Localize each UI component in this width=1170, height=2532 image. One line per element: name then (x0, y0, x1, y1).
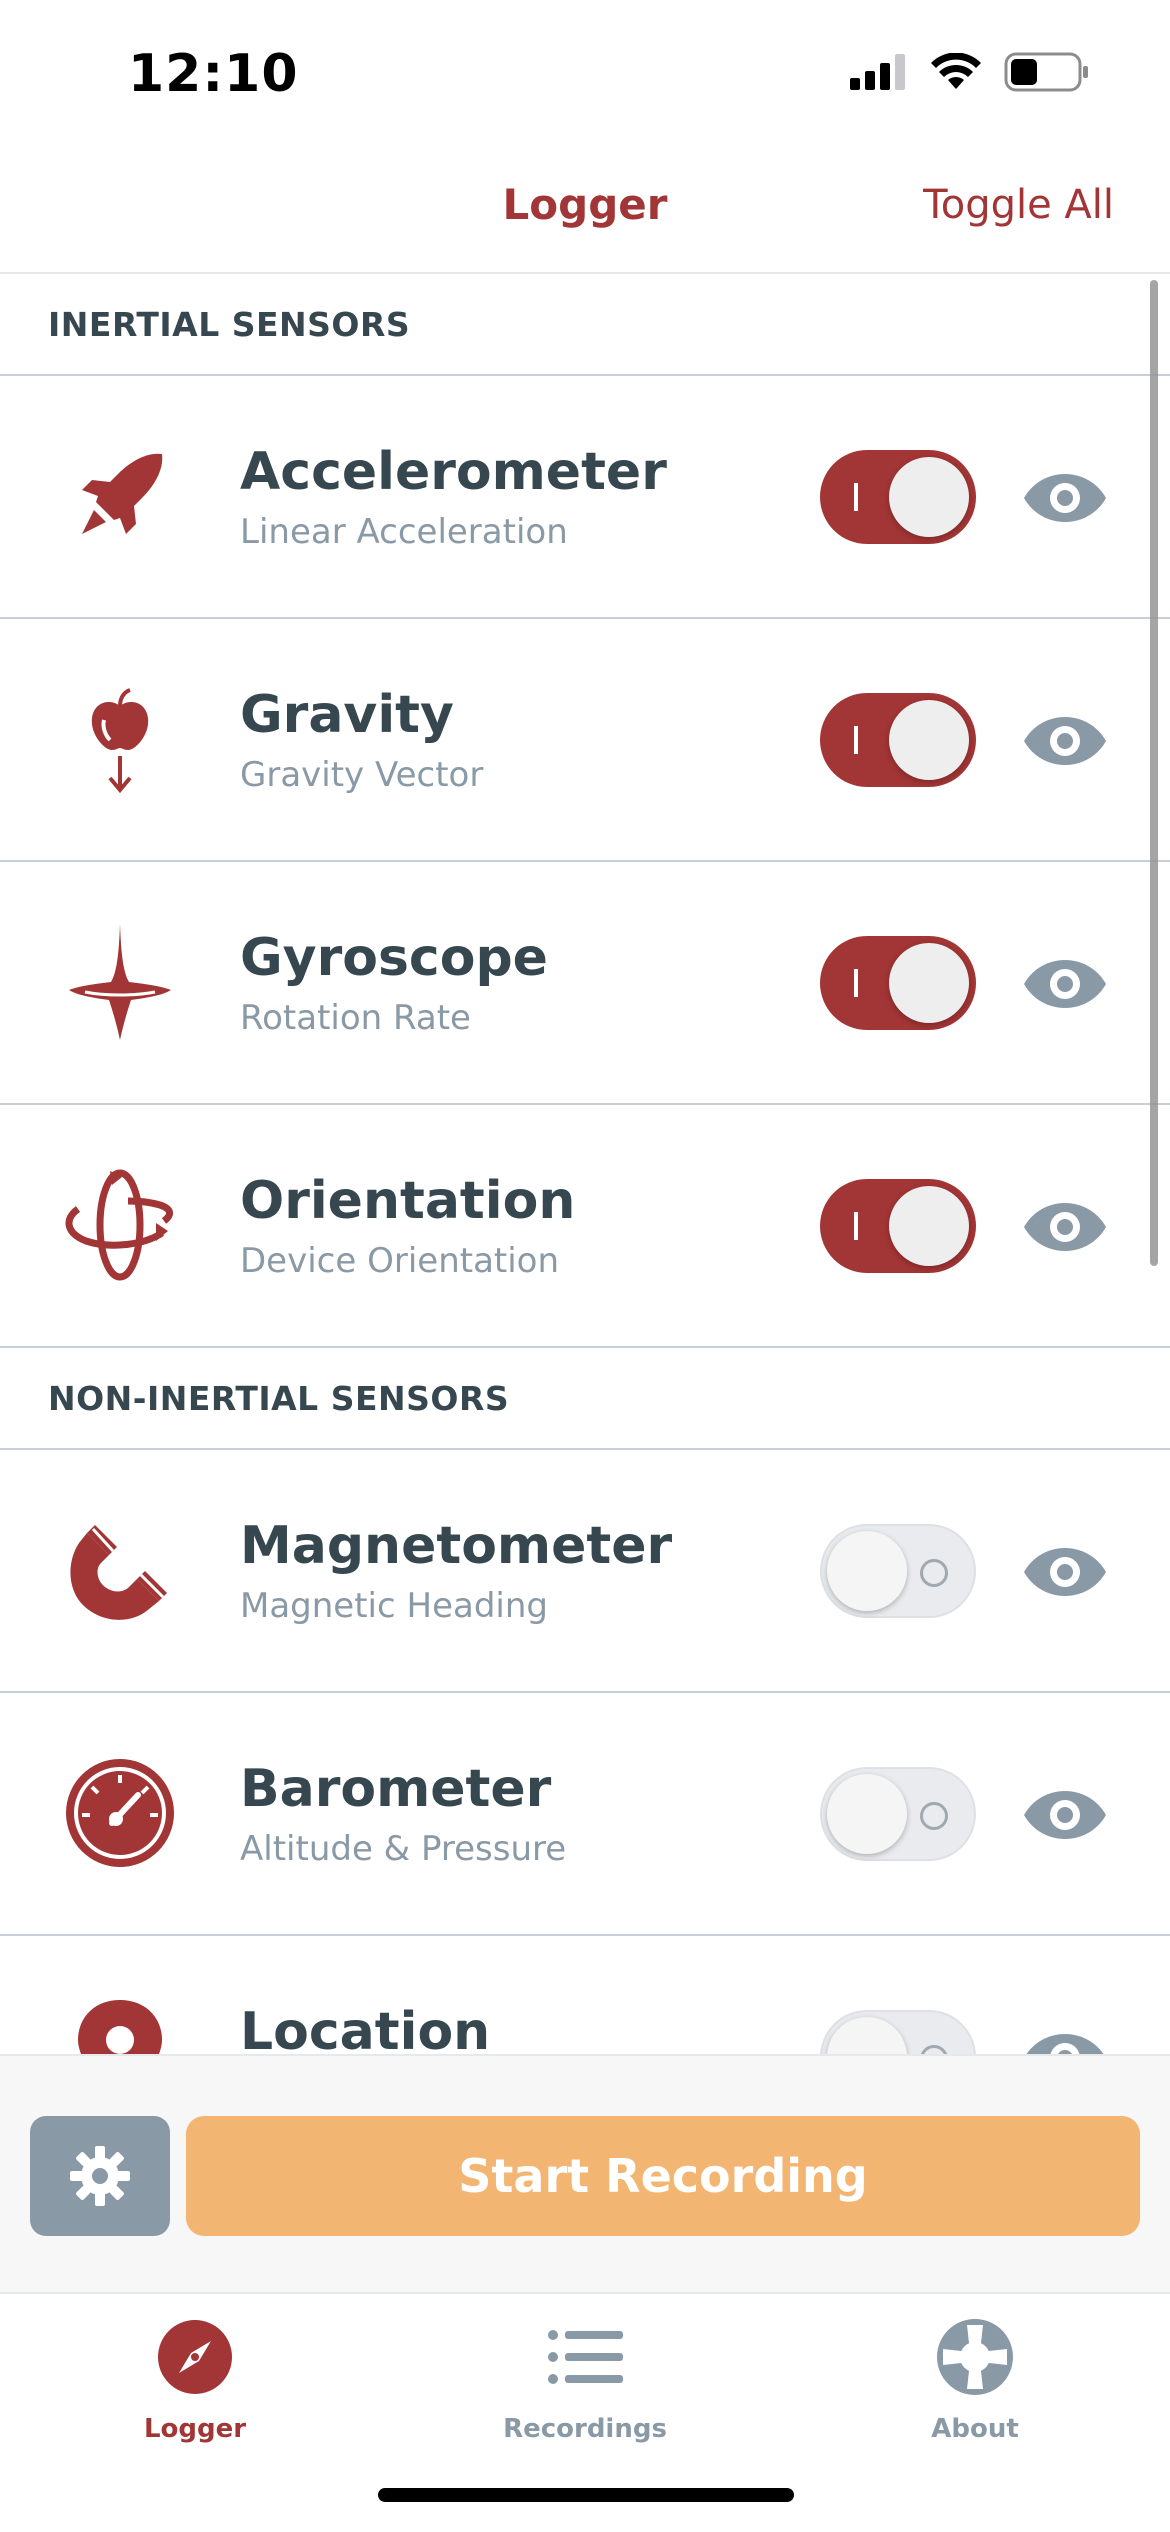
location-toggle[interactable] (820, 2010, 976, 2054)
sensor-title: Gyroscope (240, 928, 548, 988)
eye-icon[interactable] (1022, 1189, 1108, 1265)
sensor-subtitle: Altitude & Pressure (240, 1829, 567, 1869)
sensor-title: Magnetometer (240, 1516, 673, 1576)
start-recording-button[interactable]: Start Recording (186, 2116, 1140, 2236)
location-pin-icon (60, 1996, 180, 2054)
accelerometer-toggle[interactable] (820, 450, 976, 544)
apple-icon (60, 679, 180, 799)
tab-label: About (931, 2414, 1019, 2444)
sensor-subtitle: Linear Acceleration (240, 512, 568, 552)
gravity-toggle[interactable] (820, 693, 976, 787)
magnetometer-toggle[interactable] (820, 1524, 976, 1618)
orientation-toggle[interactable] (820, 1179, 976, 1273)
tab-logger[interactable]: Logger (0, 2314, 390, 2464)
battery-icon (1004, 52, 1088, 92)
sensor-subtitle: Rotation Rate (240, 998, 471, 1038)
section-header-inertial: INERTIAL SENSORS (0, 274, 1170, 376)
cellular-signal-icon (850, 54, 905, 90)
sensor-title: Gravity (240, 685, 454, 745)
compass-icon (152, 2314, 238, 2400)
eye-icon[interactable] (1022, 2020, 1108, 2054)
sensor-title: Location (240, 2002, 491, 2054)
settings-button[interactable] (30, 2116, 170, 2236)
eye-icon[interactable] (1022, 946, 1108, 1022)
status-time: 12:10 (128, 44, 299, 104)
section-header-non-inertial: NON-INERTIAL SENSORS (0, 1348, 1170, 1450)
scroll-indicator[interactable] (1150, 280, 1158, 1266)
gauge-icon (60, 1753, 180, 1873)
status-bar: 12:10 (0, 0, 1170, 150)
sensor-subtitle: Magnetic Heading (240, 1586, 548, 1626)
navigation-bar: Logger Toggle All (0, 150, 1170, 274)
sensor-row-gyroscope[interactable]: Gyroscope Rotation Rate (0, 862, 1170, 1105)
sensor-list[interactable]: INERTIAL SENSORS Accelerometer Linear Ac… (0, 274, 1170, 2054)
tab-label: Logger (143, 2414, 247, 2444)
wifi-icon (931, 53, 981, 89)
sensor-row-gravity[interactable]: Gravity Gravity Vector (0, 619, 1170, 862)
toggle-all-button[interactable]: Toggle All (923, 182, 1114, 228)
tab-recordings[interactable]: Recordings (390, 2314, 780, 2464)
eye-icon[interactable] (1022, 703, 1108, 779)
sensor-title: Accelerometer (240, 442, 667, 502)
sensor-subtitle: Device Orientation (240, 1241, 560, 1281)
sensor-subtitle: Gravity Vector (240, 755, 484, 795)
tab-about[interactable]: About (780, 2314, 1170, 2464)
barometer-toggle[interactable] (820, 1767, 976, 1861)
rocket-icon (60, 436, 180, 556)
gyroscope-toggle[interactable] (820, 936, 976, 1030)
home-indicator (378, 2488, 794, 2502)
spinning-top-icon (60, 922, 180, 1042)
sensor-row-orientation[interactable]: Orientation Device Orientation (0, 1105, 1170, 1348)
orientation-icon (60, 1165, 180, 1285)
list-icon (542, 2314, 628, 2400)
sensor-row-magnetometer[interactable]: Magnetometer Magnetic Heading (0, 1450, 1170, 1693)
sensor-row-accelerometer[interactable]: Accelerometer Linear Acceleration (0, 376, 1170, 619)
eye-icon[interactable] (1022, 460, 1108, 536)
status-icons (850, 52, 1090, 92)
magnet-icon (60, 1510, 180, 1630)
sensor-title: Barometer (240, 1759, 552, 1819)
eye-icon[interactable] (1022, 1777, 1108, 1853)
tab-label: Recordings (503, 2414, 667, 2444)
sensor-title: Orientation (240, 1171, 576, 1231)
eye-icon[interactable] (1022, 1534, 1108, 1610)
gear-icon (70, 2146, 130, 2206)
sensor-row-location[interactable]: Location (0, 1936, 1170, 2054)
lifebuoy-icon (932, 2314, 1018, 2400)
recording-action-bar: Start Recording (0, 2054, 1170, 2294)
sensor-row-barometer[interactable]: Barometer Altitude & Pressure (0, 1693, 1170, 1936)
